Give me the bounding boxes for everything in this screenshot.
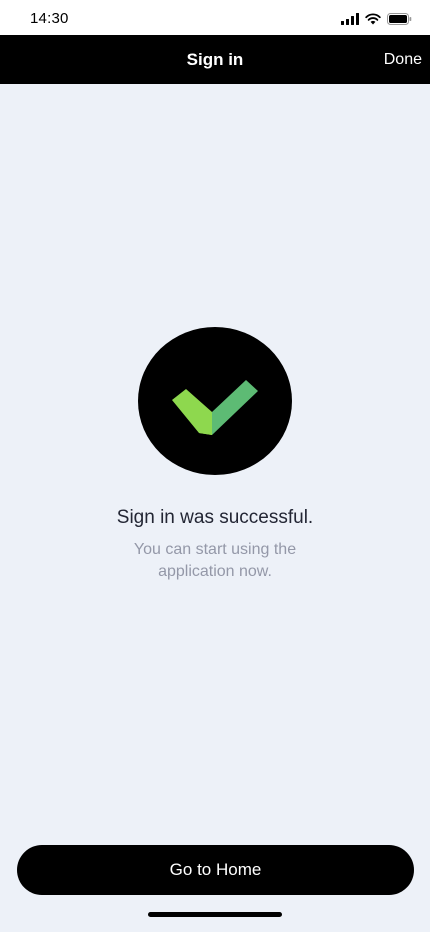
status-icons <box>341 12 412 26</box>
nav-bar: Sign in Done <box>0 35 430 84</box>
page-title: Sign in <box>186 50 244 69</box>
battery-icon <box>387 13 412 25</box>
success-subtext: You can start using the application now. <box>133 541 297 580</box>
status-bar: 14:30 <box>0 0 430 35</box>
success-headline: Sign in was successful. <box>116 507 314 528</box>
signal-icon <box>341 13 359 25</box>
wifi-icon <box>365 13 381 25</box>
go-to-home-button[interactable]: Go to Home <box>17 845 414 895</box>
main-content: Sign in was successful. You can start us… <box>0 84 430 932</box>
check-icon <box>172 380 258 435</box>
go-to-home-label: Go to Home <box>169 860 262 879</box>
success-badge <box>138 327 292 475</box>
status-time: 14:30 <box>30 10 69 27</box>
done-button[interactable]: Done <box>384 51 422 69</box>
home-indicator <box>148 912 282 917</box>
